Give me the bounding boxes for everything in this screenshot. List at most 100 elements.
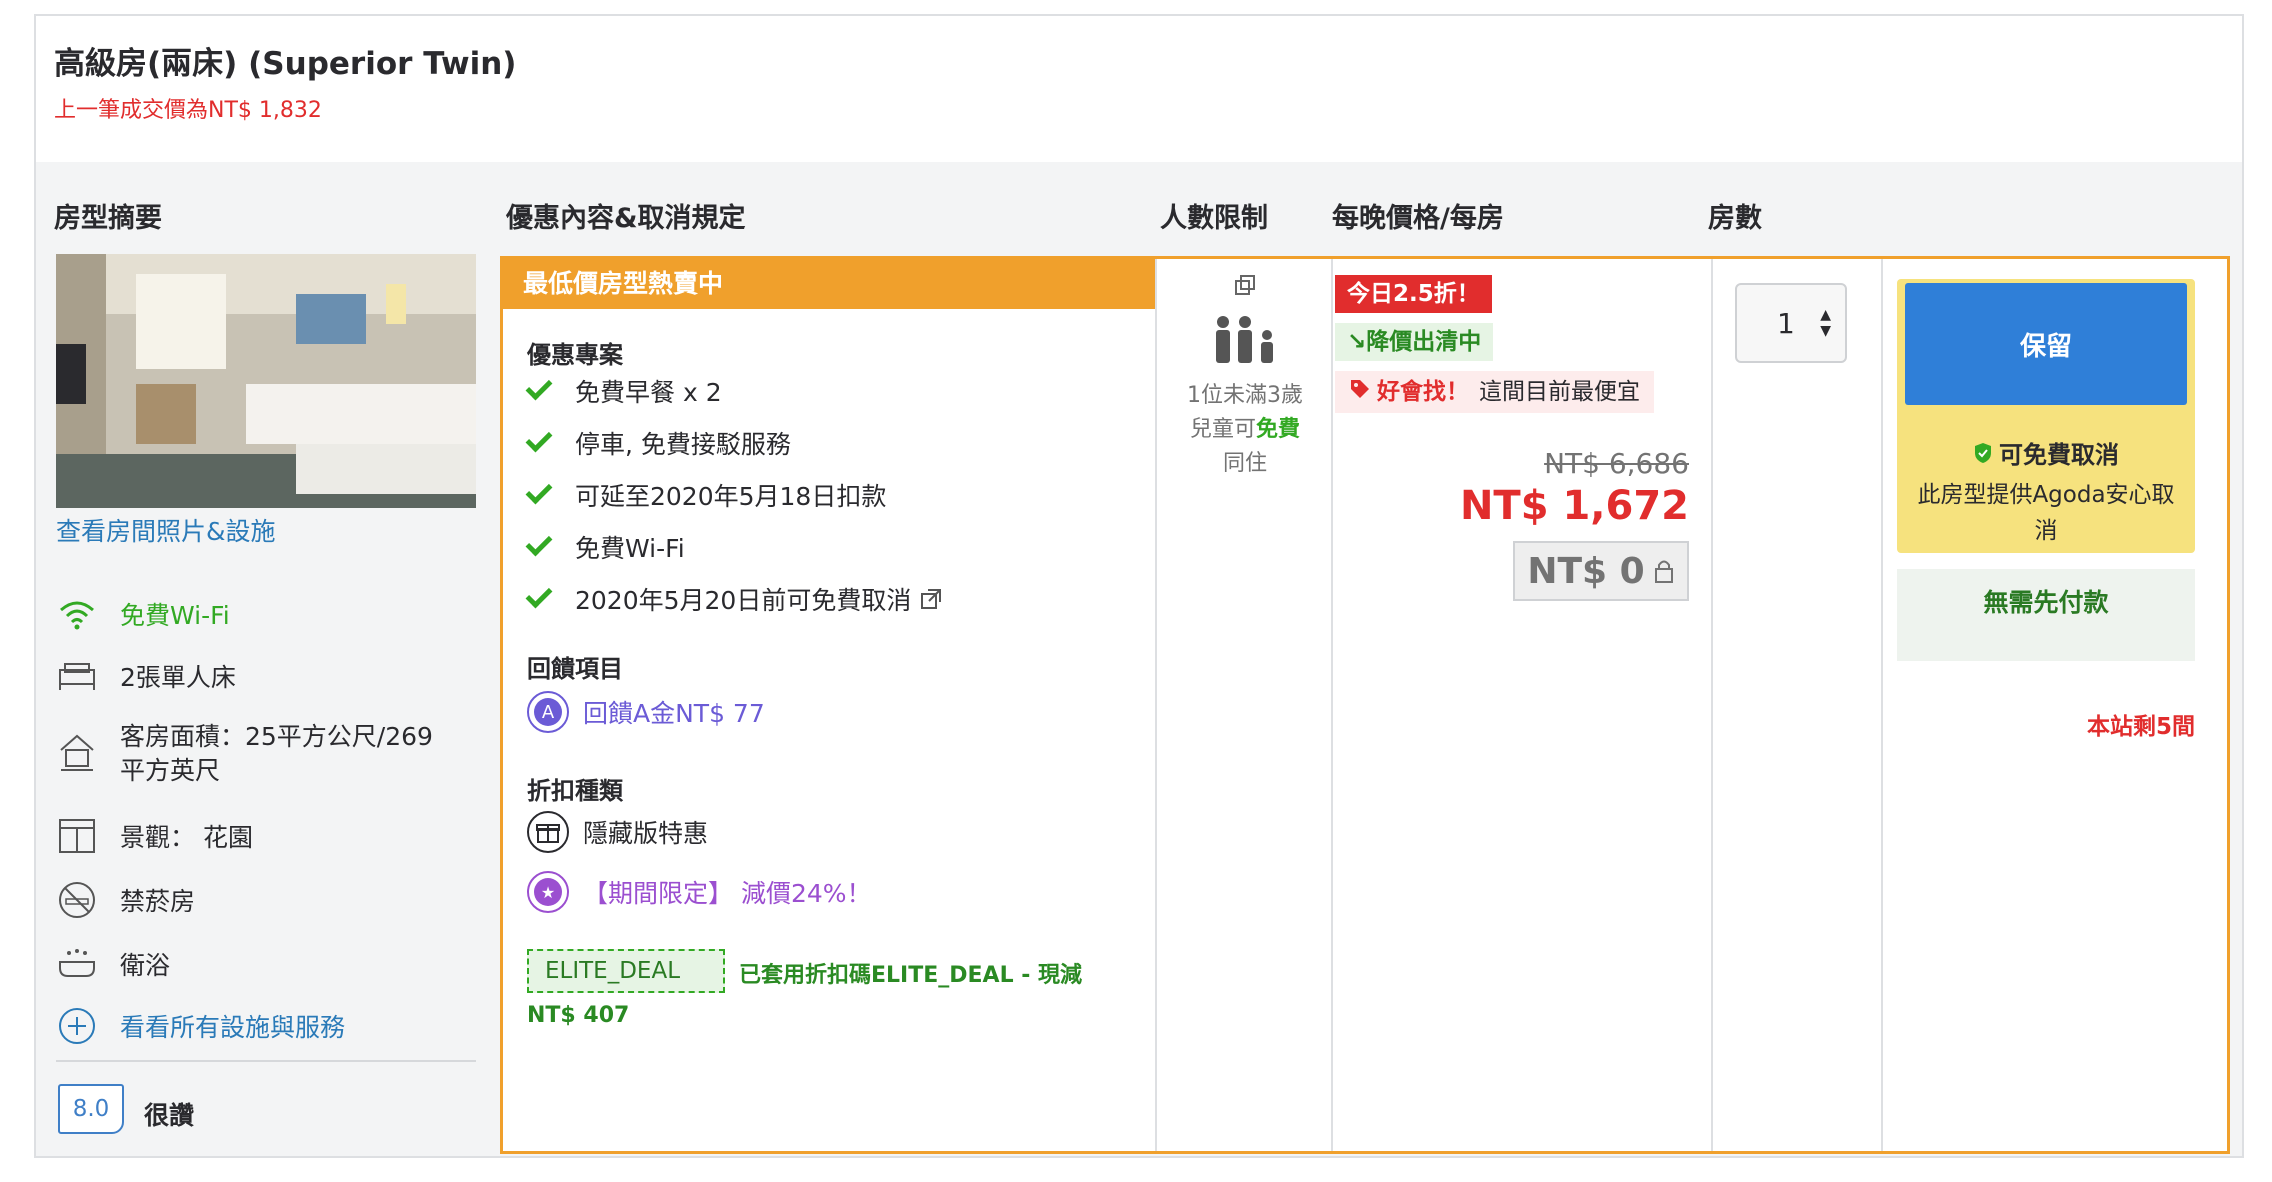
best-price-badge: 好會找！ 這間目前最便宜 bbox=[1335, 371, 1654, 413]
coupon-discount-amount: NT$ 407 bbox=[527, 1003, 630, 1028]
current-price: NT$ 1,672 bbox=[1459, 483, 1689, 529]
header-summary: 房型摘要 bbox=[54, 203, 162, 234]
child-policy-line: 1位未滿3歲 bbox=[1187, 383, 1303, 408]
booking-cell: 保留 可免費取消 此房型提供Agoda安心取消 無需先付款 本站剩5間 bbox=[1897, 279, 2195, 740]
pay-now-amount: NT$ 0 bbox=[1527, 550, 1645, 592]
reserve-button[interactable]: 保留 bbox=[1905, 283, 2187, 405]
room-title: 高級房(兩床) (Superior Twin) bbox=[54, 46, 517, 82]
discount-badge: 今日2.5折！ bbox=[1335, 275, 1492, 313]
bathtub-icon bbox=[56, 946, 98, 982]
deals-title: 優惠專案 bbox=[527, 341, 623, 369]
promo-star-icon: ★ bbox=[527, 871, 569, 913]
room-photo-image bbox=[56, 254, 476, 508]
child-policy-text: 1位未滿3歲 兒童可免費 同住 bbox=[1158, 379, 1332, 481]
offer-row: 最低價房型熱賣中 優惠專案 免費早餐 x 2 停車, 免費接駁服務 可延至202… bbox=[500, 256, 2230, 1154]
best-price-sub: 這間目前最便宜 bbox=[1479, 379, 1640, 405]
room-quantity-value: 1 bbox=[1777, 306, 1795, 340]
popup-icon[interactable] bbox=[1158, 273, 1332, 301]
divider bbox=[56, 1060, 476, 1062]
reward-coin-icon: A bbox=[527, 691, 569, 733]
room-quantity-select[interactable]: 1 ▲ ▼ bbox=[1735, 283, 1847, 363]
review-score-text: 很讚 bbox=[144, 1101, 195, 1130]
last-transaction-price: 上一筆成交價為NT$ 1,832 bbox=[54, 98, 322, 123]
header-rooms: 房數 bbox=[1708, 203, 1762, 234]
feature-wifi: 免費Wi-Fi bbox=[56, 596, 486, 632]
benefit-label: 停車, 免費接駁服務 bbox=[575, 430, 791, 459]
feature-area: 客房面積：25平方公尺/269 平方英尺 bbox=[56, 720, 486, 788]
coupon-code-tag: ELITE_DEAL bbox=[527, 949, 725, 993]
free-highlight: 免費 bbox=[1256, 417, 1301, 442]
benefit-label: 免費Wi-Fi bbox=[575, 534, 685, 563]
header-price: 每晚價格/每房 bbox=[1332, 203, 1504, 234]
benefit-item: 可延至2020年5月18日扣款 bbox=[525, 477, 887, 513]
feature-label: 禁菸房 bbox=[120, 887, 196, 916]
feature-label: 2張單人床 bbox=[120, 663, 236, 692]
occupancy-cell: 1位未滿3歲 兒童可免費 同住 bbox=[1158, 259, 1332, 481]
shield-check-icon bbox=[1973, 442, 1993, 470]
reward-item: A 回饋A金NT$ 77 bbox=[527, 691, 765, 733]
hidden-deal-item: 隱藏版特惠 bbox=[527, 811, 708, 853]
free-cancel-title: 可免費取消 bbox=[1897, 435, 2195, 470]
room-table: 房型摘要 優惠內容&取消規定 人數限制 每晚價格/每房 房數 查看房間照片&設施 bbox=[36, 162, 2242, 1156]
feature-bath: 衛浴 bbox=[56, 946, 486, 982]
feature-label[interactable]: 看看所有設施與服務 bbox=[120, 1008, 345, 1044]
reward-label: 回饋A金NT$ 77 bbox=[583, 699, 765, 728]
header-occupancy: 人數限制 bbox=[1160, 203, 1268, 234]
no-smoking-icon bbox=[56, 882, 98, 918]
hot-selling-banner: 最低價房型熱賣中 bbox=[503, 259, 1155, 309]
free-cancel-description: 此房型提供Agoda安心取消 bbox=[1917, 482, 2175, 544]
room-photo[interactable] bbox=[56, 254, 476, 508]
reward-title: 回饋項目 bbox=[527, 655, 623, 683]
rooms-remaining: 本站剩5間 bbox=[2086, 714, 2195, 740]
plus-circle-icon bbox=[56, 1008, 98, 1044]
benefit-item: 停車, 免費接駁服務 bbox=[525, 425, 791, 461]
limited-deal-label: 【期間限定】 減價24%！ bbox=[583, 879, 872, 908]
benefit-label: 免費早餐 x 2 bbox=[575, 378, 722, 407]
original-price: NT$ 6,686 bbox=[1544, 447, 1689, 480]
select-arrows-icon: ▲ ▼ bbox=[1820, 307, 1831, 339]
discount-title: 折扣種類 bbox=[527, 777, 623, 805]
pay-now-box[interactable]: NT$ 0 bbox=[1513, 541, 1689, 601]
benefit-label: 可延至2020年5月18日扣款 bbox=[575, 482, 887, 511]
tag-icon bbox=[1349, 372, 1371, 414]
wifi-icon bbox=[56, 596, 98, 632]
room-card: 高級房(兩床) (Superior Twin) 上一筆成交價為NT$ 1,832… bbox=[34, 14, 2244, 1158]
col-divider bbox=[1711, 259, 1713, 1151]
bed-icon bbox=[56, 658, 98, 694]
check-icon bbox=[525, 477, 553, 505]
header-offers: 優惠內容&取消規定 bbox=[506, 203, 746, 234]
no-prepayment-box: 無需先付款 bbox=[1897, 569, 2195, 661]
benefit-item[interactable]: 2020年5月20日前可免費取消 bbox=[525, 581, 943, 617]
house-icon bbox=[56, 734, 98, 771]
hidden-deal-label: 隱藏版特惠 bbox=[583, 819, 709, 848]
col-divider bbox=[1155, 259, 1157, 1151]
review-score: 8.0 bbox=[58, 1084, 124, 1134]
gift-icon bbox=[527, 811, 569, 853]
all-facilities-link[interactable]: 看看所有設施與服務 bbox=[56, 1008, 486, 1044]
feature-label: 衛浴 bbox=[120, 951, 171, 980]
benefit-item: 免費Wi-Fi bbox=[525, 529, 685, 565]
limited-deal-item: ★ 【期間限定】 減價24%！ bbox=[527, 871, 872, 913]
reward-coin-letter: A bbox=[534, 698, 562, 726]
free-cancel-label: 可免費取消 bbox=[1999, 441, 2119, 469]
best-price-label: 好會找！ bbox=[1377, 379, 1469, 405]
check-icon bbox=[525, 581, 553, 609]
occupancy-people-icon bbox=[1158, 315, 1332, 369]
window-icon bbox=[56, 818, 98, 854]
col-divider bbox=[1881, 259, 1883, 1151]
check-icon bbox=[525, 373, 553, 401]
feature-label: 景觀： 花園 bbox=[120, 823, 253, 852]
check-icon bbox=[525, 425, 553, 453]
benefit-item: 免費早餐 x 2 bbox=[525, 373, 722, 409]
coupon-applied-text: 已套用折扣碼ELITE_DEAL - 現減 bbox=[739, 963, 1083, 988]
feature-view: 景觀： 花園 bbox=[56, 818, 486, 854]
benefit-label[interactable]: 2020年5月20日前可免費取消 bbox=[575, 581, 911, 617]
view-photos-link[interactable]: 查看房間照片&設施 bbox=[56, 512, 276, 548]
lock-icon bbox=[1653, 557, 1675, 585]
child-policy-line: 同住 bbox=[1222, 451, 1267, 476]
external-link-icon[interactable] bbox=[919, 587, 943, 611]
feature-no-smoking: 禁菸房 bbox=[56, 882, 486, 918]
feature-label: 免費Wi-Fi bbox=[120, 601, 230, 630]
feature-bed: 2張單人床 bbox=[56, 658, 486, 694]
price-drop-badge: ↘降價出清中 bbox=[1335, 323, 1494, 361]
